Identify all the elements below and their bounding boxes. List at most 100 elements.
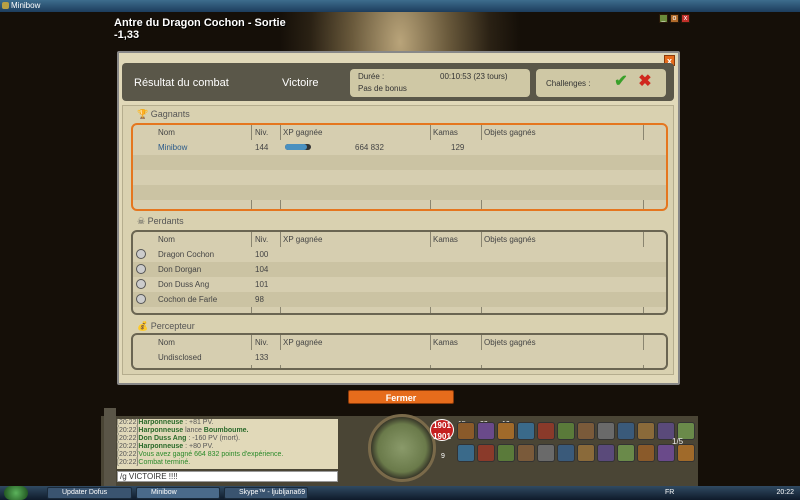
table-row[interactable] xyxy=(133,185,666,200)
challenges-panel: Challenges : ✔ ✖ xyxy=(536,69,666,97)
life-indicator: 1901 1901 xyxy=(430,419,454,441)
collector-table: Nom Niv. XP gagnée Kamas Objets gagnés Undisc… xyxy=(131,333,668,370)
spell-slot[interactable] xyxy=(597,444,615,462)
chat-spell: Boumboume. xyxy=(203,427,249,434)
player-name: Minibow xyxy=(158,143,188,152)
table-row[interactable] xyxy=(133,170,666,185)
challenge-success-icon[interactable]: ✔ xyxy=(612,73,630,91)
table-row[interactable]: Cochon de Farle 98 xyxy=(133,292,666,307)
column-header: Kamas xyxy=(433,235,458,244)
spell-slot[interactable] xyxy=(517,422,535,440)
table-row[interactable]: Undisclosed 133 xyxy=(133,350,666,365)
minimap-compass[interactable] xyxy=(368,414,436,482)
mp-counter: 9 xyxy=(441,453,445,460)
table-row[interactable]: Dragon Cochon 100 xyxy=(133,247,666,262)
xp-value: 664 832 xyxy=(355,143,384,152)
spell-slot[interactable] xyxy=(497,444,515,462)
chat-actor: Harponneuse xyxy=(138,427,184,434)
spell-slot[interactable] xyxy=(577,444,595,462)
table-header: Nom Niv. XP gagnée Kamas Objets gagnés xyxy=(133,335,666,350)
life-max: 1901 xyxy=(433,432,451,441)
spell-slot[interactable] xyxy=(457,444,475,462)
player-name: Cochon de Farle xyxy=(158,295,218,304)
options-icon[interactable]: o xyxy=(670,14,679,23)
chat-actor: Harponneuse xyxy=(138,443,184,450)
column-header: Nom xyxy=(158,235,175,244)
window-titlebar: Minibow xyxy=(0,0,800,12)
window-title: Minibow xyxy=(11,1,41,10)
spell-slot[interactable] xyxy=(597,422,615,440)
spell-slot[interactable] xyxy=(537,422,555,440)
spell-slot[interactable] xyxy=(577,422,595,440)
challenge-failed-icon[interactable]: ✖ xyxy=(636,73,654,91)
taskbar-item-updater[interactable]: Updater Dofus xyxy=(47,487,132,499)
chat-line: [20:22]Harponneuse : +80 PV. xyxy=(117,443,338,451)
dialog-title: Résultat du combat xyxy=(134,77,229,89)
chat-time: [20:22] xyxy=(117,435,139,442)
chat-controls[interactable] xyxy=(104,408,116,486)
minimize-icon[interactable]: _ xyxy=(659,14,668,23)
map-coords: -1,33 xyxy=(114,29,140,41)
chat-text: : -160 PV (mort). xyxy=(186,435,241,442)
spell-slot[interactable] xyxy=(617,444,635,462)
player-level: 100 xyxy=(255,250,269,259)
spell-slot[interactable] xyxy=(457,422,475,440)
table-row[interactable]: Don Duss Ang 101 xyxy=(133,277,666,292)
losers-title: Perdants xyxy=(147,216,184,226)
collector-heading: 💰 Percepteur xyxy=(137,321,195,331)
table-row[interactable]: Don Dorgan 104 xyxy=(133,262,666,277)
spell-slot[interactable] xyxy=(517,444,535,462)
app-icon xyxy=(2,2,9,9)
table-header: Nom Niv. XP gagnée Kamas Objets gagnés xyxy=(133,232,666,247)
chat-input[interactable]: /g VICTOIRE !!!! xyxy=(117,471,338,482)
spell-slot[interactable] xyxy=(637,422,655,440)
spell-slot[interactable] xyxy=(477,444,495,462)
chat-line: [20:22]Harponneuse : +81 PV. xyxy=(117,419,338,427)
spell-slot[interactable] xyxy=(477,422,495,440)
column-header: Nom xyxy=(158,338,175,347)
table-row[interactable]: Minibow 144 664 832 129 xyxy=(133,140,666,155)
table-row[interactable] xyxy=(133,155,666,170)
close-icon[interactable]: x xyxy=(681,14,690,23)
column-header: XP gagnée xyxy=(283,235,323,244)
player-level: 98 xyxy=(255,295,264,304)
player-name: Undisclosed xyxy=(158,353,202,362)
taskbar-item-minibow[interactable]: Minibow xyxy=(136,487,220,499)
start-button[interactable] xyxy=(4,486,28,500)
column-header: Objets gagnés xyxy=(484,235,536,244)
skull-icon xyxy=(136,279,146,289)
player-name: Don Duss Ang xyxy=(158,280,210,289)
chat-actor: Harponneuse xyxy=(138,419,184,426)
spell-slot[interactable] xyxy=(497,422,515,440)
spell-slot[interactable] xyxy=(557,444,575,462)
chat-text: lance xyxy=(183,427,204,434)
chat-text: Vous avez gagné 664 832 points d'expérie… xyxy=(138,451,284,458)
spell-slot[interactable] xyxy=(557,422,575,440)
chat-time: [20:22] xyxy=(117,427,139,434)
losers-table: Nom Niv. XP gagnée Kamas Objets gagnés Dragon… xyxy=(131,230,668,315)
skull-icon xyxy=(136,264,146,274)
language-indicator[interactable]: FR xyxy=(665,489,674,496)
spell-slot[interactable] xyxy=(657,444,675,462)
spell-slot[interactable] xyxy=(537,444,555,462)
chat-log[interactable]: [20:22]Harponneuse : +81 PV. [20:22]Harpo… xyxy=(117,419,338,469)
player-level: 101 xyxy=(255,280,269,289)
xp-progress-bar xyxy=(285,144,311,150)
results-list[interactable]: 🏆 Gagnants Nom Niv. XP gagnée Kamas Objets g… xyxy=(122,105,674,375)
life-current: 1901 xyxy=(433,421,451,430)
chat-line: [20:22]Harponneuse lance Boumboume. xyxy=(117,427,338,435)
column-header: Niv. xyxy=(255,128,269,137)
close-button[interactable]: Fermer xyxy=(348,390,454,404)
column-header: Niv. xyxy=(255,338,269,347)
column-header: Kamas xyxy=(433,338,458,347)
chat-time: [20:22] xyxy=(117,419,139,426)
taskbar-item-skype[interactable]: Skype™ - ljubljana69 xyxy=(224,487,308,499)
winners-title: Gagnants xyxy=(150,109,190,119)
chat-line: [20:22]Don Duss Ang : -160 PV (mort). xyxy=(117,435,338,443)
chat-text: : +81 PV. xyxy=(183,419,214,426)
spell-bar-page[interactable]: 1/5 xyxy=(672,437,683,446)
spell-slot[interactable] xyxy=(677,444,695,462)
spell-slot[interactable] xyxy=(617,422,635,440)
spell-slot[interactable] xyxy=(637,444,655,462)
combat-result-dialog: x Résultat du combat Victoire Durée : 00… xyxy=(117,51,680,404)
